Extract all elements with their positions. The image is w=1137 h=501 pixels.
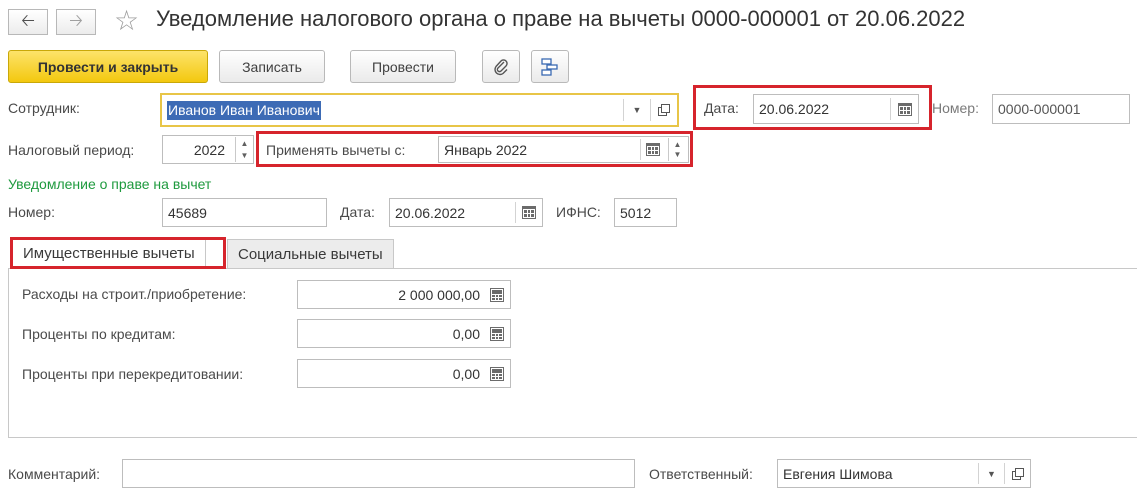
chevron-down-icon: ▼: [632, 105, 642, 115]
number-value: 0000-000001: [998, 101, 1081, 117]
ifns-label: ИФНС:: [556, 204, 601, 220]
post-button[interactable]: Провести: [350, 50, 456, 83]
date-label: Дата:: [704, 100, 739, 116]
notice-number-value: 45689: [168, 204, 207, 221]
chevron-up-icon: ▲: [240, 139, 249, 148]
notice-date-value: 20.06.2022: [395, 204, 466, 221]
responsible-value: Евгения Шимова: [783, 465, 893, 482]
paperclip-icon: [494, 58, 508, 75]
refinancing-interest-calc-button[interactable]: [484, 360, 510, 387]
loan-interest-field[interactable]: 0,00: [297, 319, 511, 348]
arrow-left-icon: 🡠: [21, 10, 35, 30]
notice-number-label: Номер:: [8, 204, 55, 220]
chevron-down-icon: ▼: [240, 151, 249, 160]
apply-from-stepper[interactable]: ▲ ▼: [668, 138, 686, 161]
page-title: Уведомление налогового органа о праве на…: [156, 6, 966, 31]
forward-button[interactable]: 🡢: [56, 9, 96, 35]
apply-from-value: Январь 2022: [444, 141, 528, 158]
notice-date-calendar-button[interactable]: [516, 199, 542, 226]
construction-expenses-label: Расходы на строит./приобретение:: [22, 286, 247, 302]
refinancing-interest-value: 0,00: [452, 365, 480, 382]
comment-field[interactable]: [122, 459, 635, 488]
loan-interest-label: Проценты по кредитам:: [22, 326, 176, 342]
number-label: Номер:: [932, 100, 979, 116]
responsible-dropdown-button[interactable]: ▼: [979, 460, 1004, 487]
employee-field[interactable]: Иванов Иван Иванович ▼: [160, 93, 679, 127]
tax-period-value: 2022: [193, 141, 225, 158]
arrow-right-icon: 🡢: [69, 10, 83, 30]
loan-interest-value: 0,00: [452, 325, 480, 342]
employee-label: Сотрудник:: [8, 100, 80, 116]
attach-button[interactable]: [482, 50, 520, 83]
ifns-field[interactable]: 5012: [614, 198, 677, 227]
post-and-close-button[interactable]: Провести и закрыть: [8, 50, 208, 83]
employee-value: Иванов Иван Иванович: [167, 101, 321, 120]
construction-expenses-field[interactable]: 2 000 000,00: [297, 280, 511, 309]
date-value: 20.06.2022: [759, 101, 830, 117]
chevron-up-icon: ▲: [673, 140, 682, 149]
loan-interest-calc-button[interactable]: [484, 320, 510, 347]
open-window-icon: [1011, 467, 1024, 480]
structure-button[interactable]: [531, 50, 569, 83]
tab-social-deductions[interactable]: Социальные вычеты: [227, 239, 394, 269]
calculator-icon: [490, 287, 504, 302]
apply-from-label: Применять вычеты с:: [266, 142, 406, 158]
date-calendar-button[interactable]: [892, 95, 918, 123]
number-field[interactable]: 0000-000001: [992, 94, 1130, 124]
refinancing-interest-label: Проценты при перекредитовании:: [22, 366, 244, 382]
employee-open-button[interactable]: [652, 97, 676, 123]
responsible-open-button[interactable]: [1005, 460, 1030, 487]
open-window-icon: [658, 104, 670, 116]
chevron-down-icon: ▼: [673, 150, 682, 159]
calculator-icon: [490, 366, 504, 381]
document-structure-icon: [541, 57, 558, 76]
save-button[interactable]: Записать: [219, 50, 325, 83]
calculator-icon: [490, 326, 504, 341]
comment-label: Комментарий:: [8, 466, 101, 482]
ifns-value: 5012: [620, 204, 652, 221]
tab-highlight-box: [10, 237, 226, 269]
star-icon: ☆: [114, 5, 140, 36]
responsible-label: Ответственный:: [649, 466, 753, 482]
notice-number-field[interactable]: 45689: [162, 198, 327, 227]
tab-label: Социальные вычеты: [238, 245, 383, 263]
tax-period-label: Налоговый период:: [8, 142, 135, 158]
calendar-icon: [898, 102, 912, 116]
notice-section-title: Уведомление о праве на вычет: [8, 176, 212, 192]
back-button[interactable]: 🡠: [8, 9, 48, 35]
employee-dropdown-button[interactable]: ▼: [625, 97, 649, 123]
favorite-button[interactable]: ☆: [114, 6, 139, 36]
construction-expenses-calc-button[interactable]: [484, 281, 510, 308]
refinancing-interest-field[interactable]: 0,00: [297, 359, 511, 388]
tax-period-stepper[interactable]: ▲ ▼: [235, 137, 253, 162]
calendar-icon: [646, 143, 660, 156]
apply-from-calendar-button[interactable]: [641, 137, 665, 162]
chevron-down-icon: ▼: [987, 468, 996, 479]
construction-expenses-value: 2 000 000,00: [398, 286, 480, 303]
notice-date-label: Дата:: [340, 204, 375, 220]
calendar-icon: [522, 206, 536, 219]
